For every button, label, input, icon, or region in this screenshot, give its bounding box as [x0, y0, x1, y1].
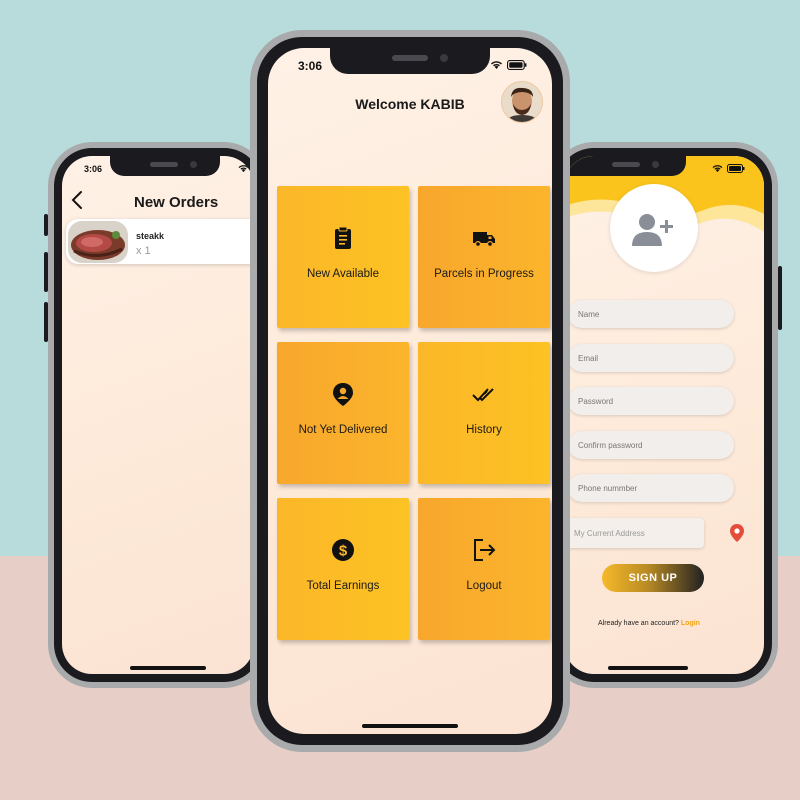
wifi-icon	[238, 165, 249, 173]
status-time: 3:06	[84, 164, 103, 174]
have-account-text: Already have an account?	[598, 620, 679, 627]
steak-image	[68, 221, 128, 263]
wifi-icon	[491, 61, 502, 69]
name-field[interactable]: Name	[568, 300, 734, 328]
side-button	[44, 252, 48, 292]
add-user-icon	[632, 214, 673, 246]
phone-field[interactable]: Phone nummber	[568, 474, 734, 502]
signup-phone: 07 Name Email Password Confirm password …	[550, 142, 782, 688]
order-card[interactable]: steakk x 1	[66, 219, 254, 264]
home-screen: 3:06 Welcome KABIB New Available Parcels…	[268, 48, 552, 734]
tile-new-available[interactable]: New Available	[277, 186, 409, 328]
tile-label: Parcels in Progress	[434, 268, 534, 280]
tile-label: Not Yet Delivered	[298, 424, 388, 436]
location-pin-icon	[333, 383, 353, 406]
side-button	[44, 214, 48, 236]
camera	[190, 161, 197, 168]
tile-label: Total Earnings	[306, 580, 380, 592]
status-icons	[238, 164, 249, 173]
wifi-icon	[712, 165, 723, 173]
signup-button[interactable]: SIGN UP	[602, 564, 704, 592]
svg-text:$: $	[339, 543, 348, 560]
login-link[interactable]: Login	[681, 620, 700, 627]
tile-not-yet-delivered[interactable]: Not Yet Delivered	[277, 342, 409, 484]
location-pin-icon[interactable]	[730, 524, 744, 542]
truck-icon	[473, 232, 495, 248]
email-field[interactable]: Email	[568, 344, 734, 372]
password-field[interactable]: Password	[568, 387, 734, 415]
address-field[interactable]: My Current Address	[564, 518, 704, 548]
profile-avatar[interactable]	[501, 81, 543, 123]
speaker	[392, 55, 428, 61]
home-indicator	[362, 724, 458, 728]
notch	[330, 48, 490, 74]
notch	[110, 156, 220, 176]
order-item-name: steakk	[136, 231, 165, 241]
side-button	[778, 266, 782, 330]
tile-history[interactable]: History	[418, 342, 550, 484]
page-title: New Orders	[134, 194, 219, 211]
home-indicator	[130, 666, 206, 670]
status-icons	[490, 60, 527, 70]
signup-screen: 07 Name Email Password Confirm password …	[564, 156, 764, 674]
tile-logout[interactable]: Logout	[418, 498, 550, 640]
double-check-icon	[472, 388, 494, 402]
tile-total-earnings[interactable]: $ Total Earnings	[277, 498, 409, 640]
orders-phone: 3:06 New Orders steakk x 1	[44, 142, 268, 688]
notch	[564, 156, 686, 176]
side-button	[44, 302, 48, 342]
camera	[652, 161, 659, 168]
add-photo-button[interactable]	[610, 184, 698, 272]
order-item-quantity: x 1	[136, 245, 151, 257]
speaker	[612, 162, 640, 167]
tile-label: Logout	[466, 580, 502, 592]
login-prompt: Already have an account? Login	[598, 620, 700, 627]
status-icons	[712, 164, 745, 173]
home-phone: 3:06 Welcome KABIB New Available Parcels…	[250, 30, 570, 752]
speaker	[150, 162, 178, 167]
clipboard-icon	[335, 226, 351, 249]
logout-icon	[474, 539, 496, 561]
battery-icon	[727, 164, 745, 173]
back-arrow-icon[interactable]	[68, 188, 88, 212]
dollar-icon: $	[332, 539, 354, 561]
tile-parcels-in-progress[interactable]: Parcels in Progress	[418, 186, 550, 328]
confirm-password-field[interactable]: Confirm password	[568, 431, 734, 459]
orders-screen: 3:06 New Orders steakk x 1	[62, 156, 254, 674]
home-indicator	[608, 666, 688, 670]
tile-label: New Available	[306, 268, 380, 280]
battery-icon	[507, 60, 527, 70]
camera	[440, 54, 448, 62]
status-time: 3:06	[298, 59, 323, 73]
tile-label: History	[466, 424, 502, 436]
